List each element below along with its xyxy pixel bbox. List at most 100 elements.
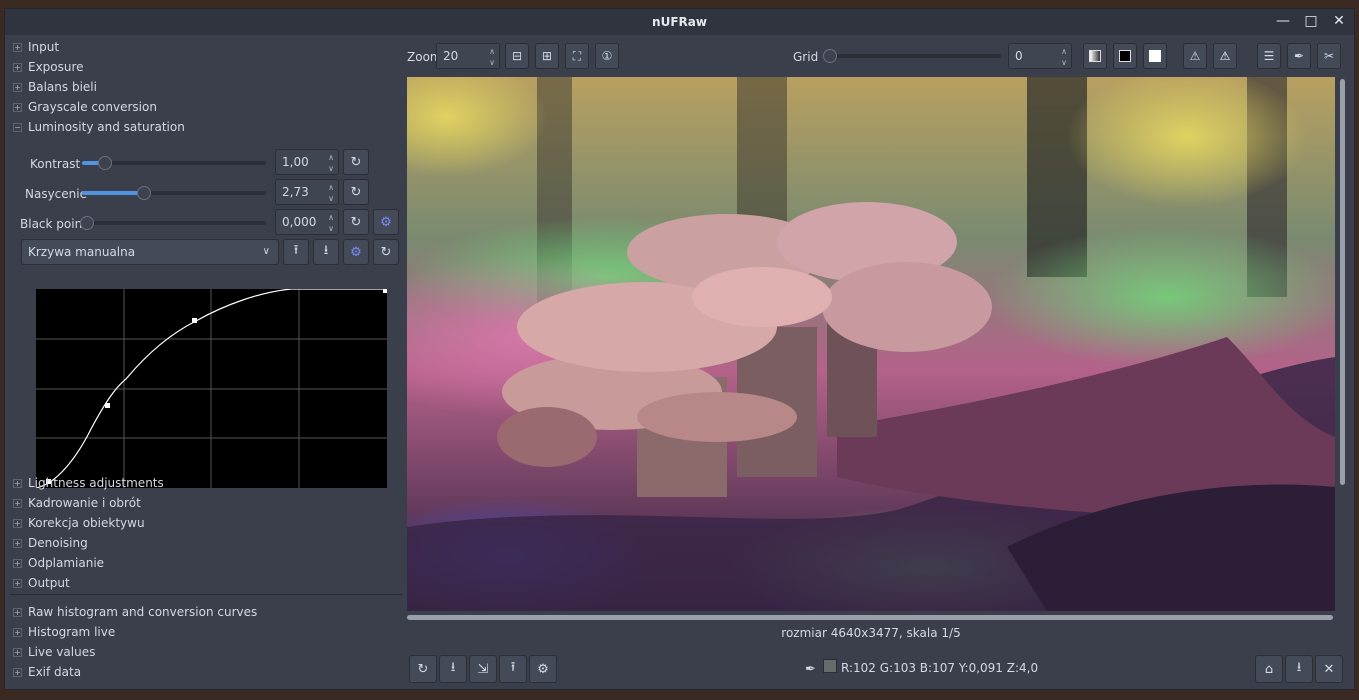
curve-point[interactable] [105, 403, 110, 408]
refresh-button[interactable]: ↻ [409, 655, 437, 683]
slider-fill [82, 191, 144, 195]
vertical-scrollbar[interactable] [1340, 79, 1345, 485]
expander-raw-histogram[interactable]: + Raw histogram and conversion curves [10, 602, 402, 622]
color-picker-button[interactable]: ✒ [1287, 43, 1311, 69]
expander-crop-rotate[interactable]: + Kadrowanie i obrót [10, 493, 402, 513]
slider-knob[interactable] [823, 49, 837, 63]
expand-icon: + [13, 607, 22, 617]
spin-arrows-icon[interactable]: ∧ ∨ [328, 152, 334, 174]
black-square-icon [1119, 50, 1131, 62]
expander-despeckle[interactable]: + Odplamianie [10, 553, 402, 573]
nasycenie-label: Nasycenie [25, 187, 87, 201]
delete-file-button[interactable]: ⌂ [1255, 655, 1283, 683]
expander-denoising[interactable]: + Denoising [10, 533, 402, 553]
curve-point[interactable] [383, 289, 387, 293]
curve-point[interactable] [192, 318, 197, 323]
curve-reset-button[interactable]: ↻ [373, 239, 399, 265]
bottom-toolbar: ↻ ⭳ ⇲ ⭱ ⚙ ✒ R:102 G:103 B:107 Y:0,091 Z:… [405, 649, 1352, 689]
save-as-button[interactable]: ⭳ [1285, 655, 1313, 683]
slider-knob[interactable] [98, 156, 112, 170]
pane-divider[interactable] [10, 594, 402, 595]
kontrast-reset-button[interactable]: ↻ [343, 149, 369, 175]
expand-icon: + [13, 667, 22, 677]
collapse-icon: − [13, 122, 22, 132]
expander-white-balance[interactable]: + Balans bieli [10, 77, 402, 97]
white-background-button[interactable] [1143, 43, 1167, 69]
maximize-icon[interactable]: □ [1302, 12, 1320, 30]
expander-histogram-live[interactable]: + Histogram live [10, 622, 402, 642]
curve-load-button[interactable]: ⭱ [283, 239, 309, 265]
curve-auto-button[interactable]: ⚙ [343, 239, 369, 265]
curve-graph[interactable] [35, 288, 387, 489]
kontrast-slider[interactable] [82, 156, 266, 170]
black-point-spin[interactable]: 0,000 ∧ ∨ [275, 209, 339, 235]
nasycenie-spin[interactable]: 2,73 ∧ ∨ [275, 179, 339, 205]
send-to-gimp-button[interactable]: ⇲ [469, 655, 497, 683]
expand-icon: + [13, 558, 22, 568]
minimize-icon[interactable]: — [1274, 12, 1292, 30]
curve-grid [36, 289, 387, 488]
load-settings-button[interactable]: ⭱ [499, 655, 527, 683]
spin-arrows-icon[interactable]: ∧ ∨ [328, 212, 334, 234]
black-point-slider[interactable] [80, 216, 266, 230]
grid-slider[interactable] [823, 49, 1001, 63]
black-point-reset-button[interactable]: ↻ [343, 209, 369, 235]
save-image-button[interactable]: ⭳ [439, 655, 467, 683]
zoom-in-button[interactable]: ⊞ [535, 43, 559, 69]
kontrast-label: Kontrast [30, 157, 81, 171]
slider-knob[interactable] [80, 216, 94, 230]
expander-live-values[interactable]: + Live values [10, 642, 402, 662]
expander-luminosity[interactable]: − Luminosity and saturation [10, 117, 402, 137]
overexposure-warning-button[interactable]: ⚠ [1213, 43, 1237, 69]
zoom-100-button[interactable]: ① [595, 43, 619, 69]
zoom-fit-button[interactable]: ⛶ [565, 43, 589, 69]
crop-tool-button[interactable]: ✂ [1317, 43, 1341, 69]
options-button[interactable]: ⚙ [529, 655, 557, 683]
spin-arrows-icon[interactable]: ∧ ∨ [1061, 46, 1067, 68]
expander-lens-correction[interactable]: + Korekcja obiektywu [10, 513, 402, 533]
expander-lightness[interactable]: + Lightness adjustments [10, 473, 402, 493]
expander-output[interactable]: + Output [10, 573, 402, 593]
expander-grayscale[interactable]: + Grayscale conversion [10, 97, 402, 117]
zoom-spin[interactable]: 20 ∧ ∨ [436, 43, 500, 69]
eyedropper-icon: ✒ [805, 662, 816, 677]
expander-label: Exposure [28, 60, 84, 74]
zoom-out-button[interactable]: ⊟ [505, 43, 529, 69]
expander-exif[interactable]: + Exif data [10, 662, 402, 682]
reset-icon: ↻ [380, 244, 392, 260]
underexposure-warning-button[interactable]: ⚠ [1183, 43, 1207, 69]
black-point-auto-button[interactable]: ⚙ [373, 209, 399, 235]
expand-icon: + [13, 42, 22, 52]
expand-icon: + [13, 518, 22, 528]
cancel-button[interactable]: ✕ [1315, 655, 1343, 683]
grid-spin[interactable]: 0 ∧ ∨ [1008, 43, 1072, 69]
spin-arrows-icon[interactable]: ∧ ∨ [328, 182, 334, 204]
download-icon: ⭳ [450, 660, 456, 675]
black-background-button[interactable] [1113, 43, 1137, 69]
slider-knob[interactable] [137, 186, 151, 200]
spin-arrows-icon[interactable]: ∧ ∨ [489, 46, 495, 68]
nasycenie-reset-button[interactable]: ↻ [343, 179, 369, 205]
color-swatch [823, 659, 837, 673]
curve-editor[interactable] [35, 288, 387, 489]
expander-label: Korekcja obiektywu [28, 516, 145, 530]
save-icon: ⭳ [323, 243, 329, 258]
expander-exposure[interactable]: + Exposure [10, 57, 402, 77]
close-icon[interactable]: ✕ [1330, 12, 1348, 30]
warning-dark-icon: ⚠ [1189, 49, 1201, 63]
expander-label: Input [28, 40, 60, 54]
nasycenie-slider[interactable] [82, 186, 266, 200]
horizontal-scrollbar[interactable] [407, 615, 1333, 620]
upload-icon: ⭱ [510, 660, 516, 675]
curve-save-button[interactable]: ⭳ [313, 239, 339, 265]
list-button[interactable]: ☰ [1257, 43, 1281, 69]
curve-select[interactable]: Krzywa manualna ∨ [21, 239, 279, 265]
warning-light-icon: ⚠ [1219, 49, 1231, 63]
reset-icon: ↻ [417, 661, 429, 677]
image-preview[interactable] [407, 77, 1335, 611]
gradient-icon [1089, 50, 1101, 62]
expander-input[interactable]: + Input [10, 37, 402, 57]
gray-background-button[interactable] [1083, 43, 1107, 69]
minus-icon: ⊟ [511, 49, 523, 63]
kontrast-spin[interactable]: 1,00 ∧ ∨ [275, 149, 339, 175]
